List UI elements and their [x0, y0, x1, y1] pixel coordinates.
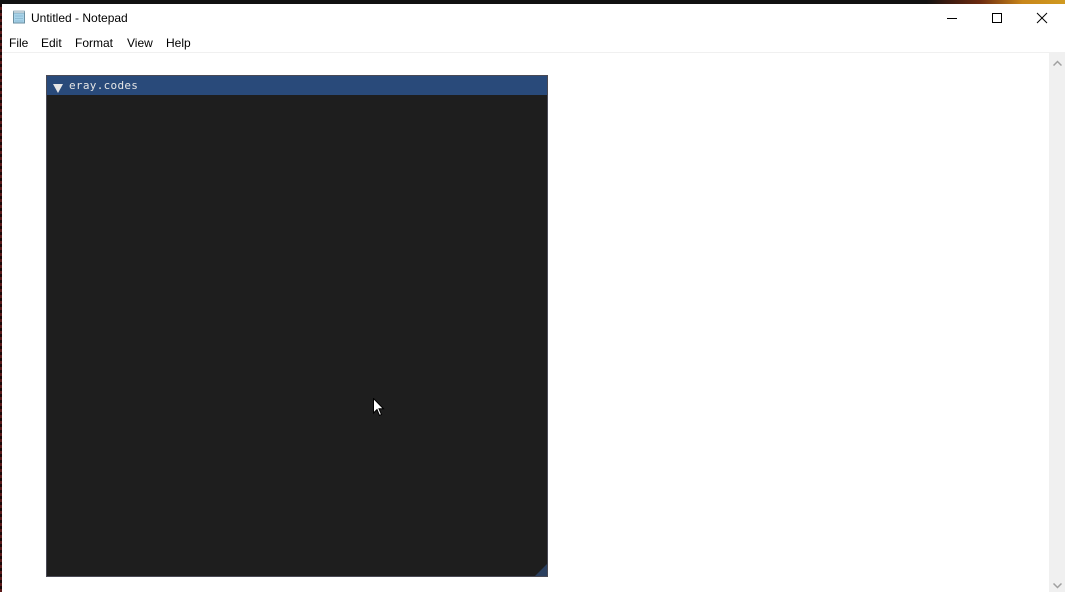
window-title: Untitled - Notepad [31, 11, 128, 25]
chevron-up-icon [1052, 60, 1062, 66]
resize-grip[interactable] [535, 564, 547, 576]
overlay-title: eray.codes [69, 79, 139, 92]
minimize-icon [947, 18, 957, 19]
menu-view[interactable]: View [127, 36, 153, 50]
maximize-button[interactable] [974, 4, 1020, 32]
minimize-button[interactable] [929, 4, 975, 32]
menu-edit[interactable]: Edit [41, 36, 62, 50]
scroll-up-button[interactable] [1049, 55, 1065, 71]
chevron-down-icon [1052, 583, 1062, 589]
mouse-cursor-icon [373, 397, 385, 422]
close-icon [1036, 12, 1048, 24]
notepad-icon [12, 10, 26, 24]
menu-help[interactable]: Help [166, 36, 191, 50]
maximize-icon [992, 13, 1002, 23]
title-bar[interactable]: Untitled - Notepad [2, 4, 1065, 32]
overlay-window[interactable]: eray.codes [47, 76, 547, 576]
menu-format[interactable]: Format [75, 36, 113, 50]
overlay-title-bar[interactable]: eray.codes [47, 76, 547, 95]
vertical-scrollbar[interactable] [1049, 53, 1065, 592]
menu-file[interactable]: File [9, 36, 28, 50]
triangle-down-icon[interactable] [53, 80, 63, 98]
close-button[interactable] [1019, 4, 1065, 32]
menu-bar: File Edit Format View Help [2, 32, 1065, 53]
